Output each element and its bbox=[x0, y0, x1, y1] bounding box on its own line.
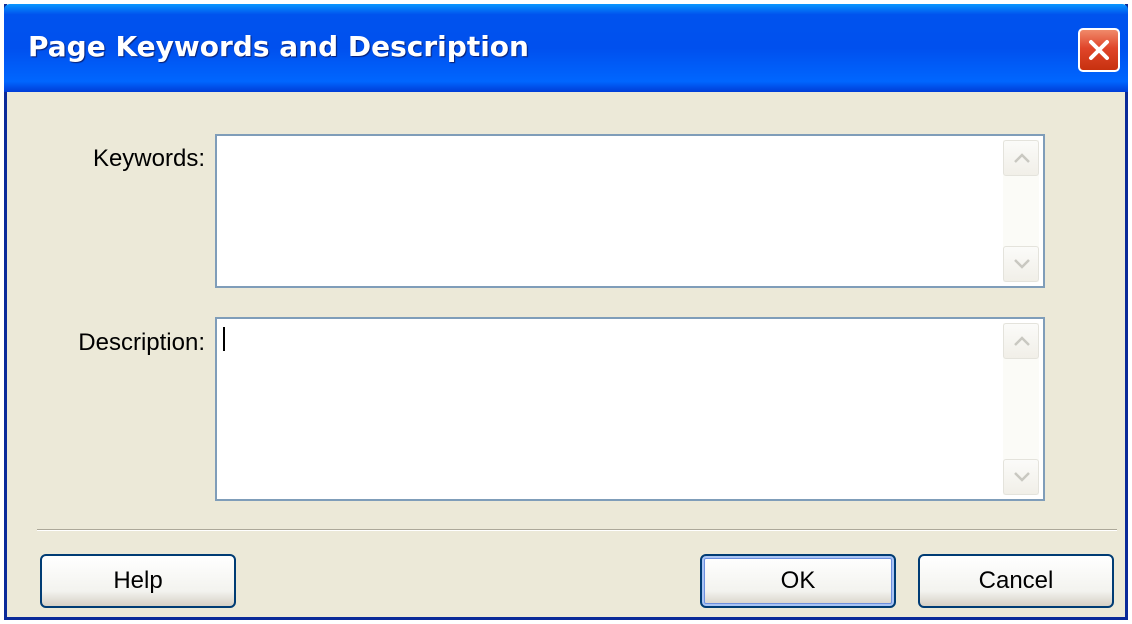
text-caret bbox=[223, 327, 225, 351]
close-button[interactable] bbox=[1078, 28, 1120, 72]
dialog-title: Page Keywords and Description bbox=[28, 30, 529, 63]
cancel-button[interactable]: Cancel bbox=[918, 554, 1114, 608]
keywords-label: Keywords: bbox=[92, 145, 205, 172]
description-scrollbar[interactable] bbox=[1003, 323, 1039, 495]
chevron-down-icon bbox=[1014, 259, 1030, 269]
help-button[interactable]: Help bbox=[40, 554, 236, 608]
ok-button[interactable]: OK bbox=[700, 554, 896, 608]
page-keywords-dialog: Page Keywords and Description Keywords: … bbox=[4, 4, 1128, 620]
description-label: Description: bbox=[78, 329, 205, 356]
button-separator bbox=[37, 529, 1117, 531]
keywords-scrollbar[interactable] bbox=[1003, 140, 1039, 282]
description-scroll-down-button[interactable] bbox=[1003, 459, 1039, 495]
chevron-down-icon bbox=[1014, 472, 1030, 482]
close-icon bbox=[1089, 40, 1109, 60]
title-bar[interactable]: Page Keywords and Description bbox=[4, 4, 1128, 92]
chevron-up-icon bbox=[1014, 153, 1030, 163]
keywords-textarea[interactable] bbox=[215, 134, 1045, 288]
description-scroll-up-button[interactable] bbox=[1003, 323, 1039, 359]
description-textarea[interactable] bbox=[215, 317, 1045, 501]
keywords-scroll-down-button[interactable] bbox=[1003, 246, 1039, 282]
chevron-up-icon bbox=[1014, 336, 1030, 346]
keywords-scroll-up-button[interactable] bbox=[1003, 140, 1039, 176]
